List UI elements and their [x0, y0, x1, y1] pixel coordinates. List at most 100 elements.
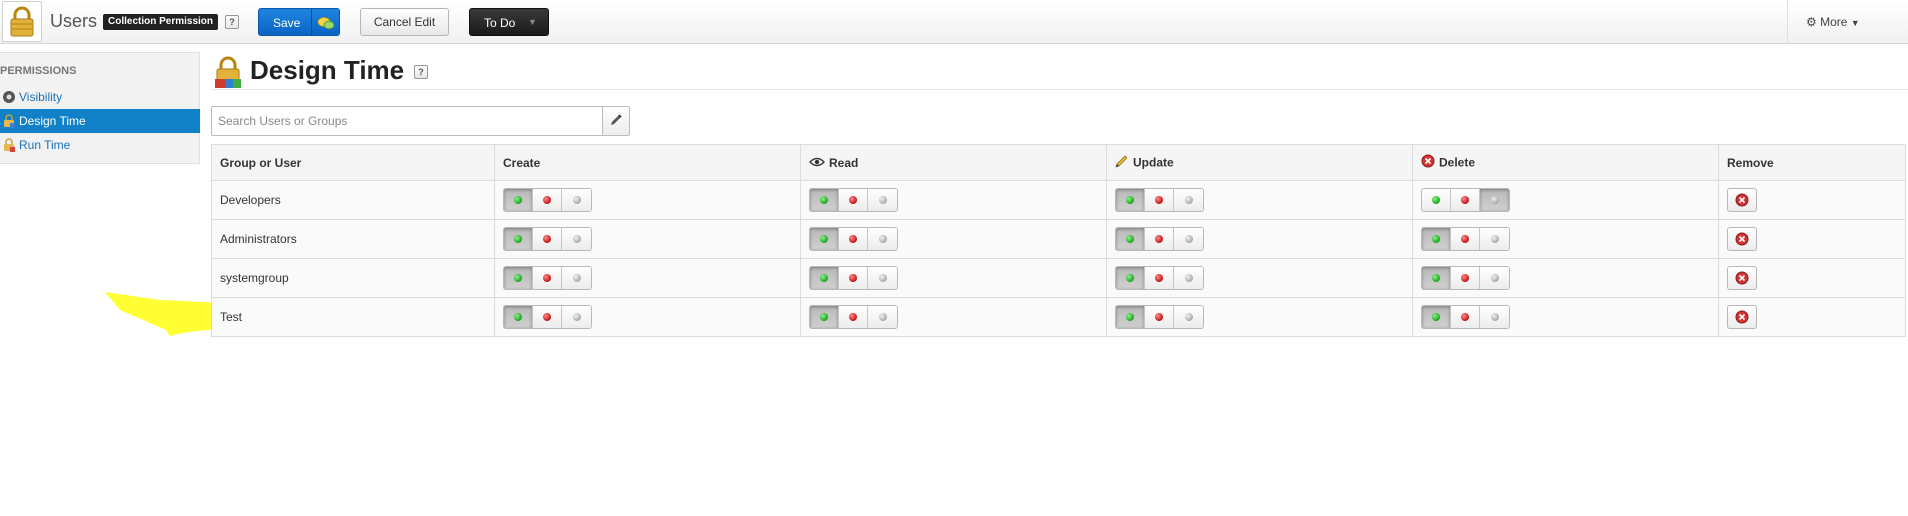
- delete-red-option-button[interactable]: [1451, 189, 1480, 211]
- create-green-option-button[interactable]: [504, 189, 533, 211]
- read-permission-cell: [800, 258, 1107, 298]
- read-grey-option-button[interactable]: [868, 267, 897, 289]
- delete-red-option-button[interactable]: [1451, 267, 1480, 289]
- create-grey-option-button[interactable]: [562, 306, 591, 328]
- delete-green-option-button[interactable]: [1422, 228, 1451, 250]
- comment-icon[interactable]: [317, 15, 335, 34]
- update-permission-cell: [1106, 219, 1413, 259]
- remove-cell: [1718, 297, 1906, 337]
- remove-row-button[interactable]: [1727, 305, 1757, 329]
- remove-row-button[interactable]: [1727, 188, 1757, 212]
- sidebar-item-visibility[interactable]: Visibility: [0, 85, 200, 109]
- read-permission-cell: [800, 297, 1107, 337]
- sidebar-item-label: Run Time: [19, 138, 71, 152]
- create-grey-option-button[interactable]: [562, 189, 591, 211]
- red-dot-icon: [543, 313, 551, 321]
- green-dot-icon: [514, 235, 522, 243]
- update-red-option-button[interactable]: [1145, 306, 1174, 328]
- sidebar-item-label: Design Time: [19, 114, 86, 128]
- update-red-option-button[interactable]: [1145, 267, 1174, 289]
- delete-green-option-button[interactable]: [1422, 267, 1451, 289]
- remove-row-button[interactable]: [1727, 227, 1757, 251]
- more-menu-button[interactable]: ⚙ More ▼: [1806, 15, 1860, 29]
- delete-green-option-button[interactable]: [1422, 189, 1451, 211]
- read-grey-option-button[interactable]: [868, 228, 897, 250]
- remove-cell: [1718, 219, 1906, 259]
- grey-dot-icon: [572, 274, 581, 282]
- update-red-option-button[interactable]: [1145, 228, 1174, 250]
- create-red-option-button[interactable]: [533, 228, 562, 250]
- green-dot-icon: [1126, 313, 1134, 321]
- green-dot-icon: [1432, 196, 1440, 204]
- delete-grey-option-button[interactable]: [1480, 267, 1509, 289]
- remove-cell: [1718, 180, 1906, 220]
- red-dot-icon: [1461, 196, 1469, 204]
- delete-grey-option-button[interactable]: [1480, 228, 1509, 250]
- column-header-update: Update: [1106, 144, 1413, 181]
- update-green-option-button[interactable]: [1116, 267, 1145, 289]
- create-grey-option-button[interactable]: [562, 267, 591, 289]
- create-green-option-button[interactable]: [504, 267, 533, 289]
- create-green-option-button[interactable]: [504, 306, 533, 328]
- update-green-option-button[interactable]: [1116, 189, 1145, 211]
- sidebar-item-run-time[interactable]: Run Time: [0, 133, 200, 157]
- red-dot-icon: [1461, 235, 1469, 243]
- grey-dot-icon: [1490, 235, 1499, 243]
- group-or-user-name: Administrators: [220, 232, 297, 246]
- read-green-option-button[interactable]: [810, 189, 839, 211]
- help-icon[interactable]: ?: [225, 15, 239, 29]
- top-toolbar: Users Collection Permission ? Save Cance…: [0, 0, 1908, 44]
- delete-grey-option-button[interactable]: [1480, 306, 1509, 328]
- read-red-option-button[interactable]: [839, 267, 868, 289]
- save-button-divider: [311, 9, 312, 35]
- read-green-option-button[interactable]: [810, 306, 839, 328]
- delete-grey-option-button[interactable]: [1480, 189, 1509, 211]
- create-grey-option-button[interactable]: [562, 228, 591, 250]
- read-red-option-button[interactable]: [839, 228, 868, 250]
- update-grey-option-button[interactable]: [1174, 228, 1203, 250]
- delete-permission-cell: [1412, 219, 1719, 259]
- read-green-option-button[interactable]: [810, 267, 839, 289]
- red-dot-icon: [1155, 235, 1163, 243]
- cancel-edit-button[interactable]: Cancel Edit: [360, 8, 449, 36]
- grey-dot-icon: [1184, 274, 1193, 282]
- delete-red-option-button[interactable]: [1451, 306, 1480, 328]
- todo-button[interactable]: To Do ▼: [469, 8, 549, 36]
- create-red-option-button[interactable]: [533, 267, 562, 289]
- read-green-option-button[interactable]: [810, 228, 839, 250]
- red-dot-icon: [1155, 313, 1163, 321]
- read-grey-option-button[interactable]: [868, 306, 897, 328]
- lock-icon: [2, 114, 16, 131]
- app-lock-icon[interactable]: [2, 1, 42, 42]
- create-green-option-button[interactable]: [504, 228, 533, 250]
- read-red-option-button[interactable]: [839, 189, 868, 211]
- group-or-user-cell: Test: [211, 297, 495, 337]
- create-red-option-button[interactable]: [533, 189, 562, 211]
- update-grey-option-button[interactable]: [1174, 267, 1203, 289]
- app-title: Users: [50, 11, 98, 31]
- update-green-option-button[interactable]: [1116, 228, 1145, 250]
- update-green-option-button[interactable]: [1116, 306, 1145, 328]
- grey-dot-icon: [1184, 235, 1193, 243]
- read-grey-option-button[interactable]: [868, 189, 897, 211]
- delete-red-option-button[interactable]: [1451, 228, 1480, 250]
- group-or-user-name: Test: [220, 310, 243, 324]
- red-dot-icon: [849, 313, 857, 321]
- create-red-option-button[interactable]: [533, 306, 562, 328]
- collection-permission-badge: Collection Permission: [103, 14, 219, 30]
- update-grey-option-button[interactable]: [1174, 189, 1203, 211]
- search-input[interactable]: [211, 106, 603, 136]
- sidebar-item-design-time[interactable]: Design Time: [0, 109, 200, 133]
- delete-green-option-button[interactable]: [1422, 306, 1451, 328]
- chevron-down-icon: ▼: [528, 17, 537, 27]
- search-pick-button[interactable]: [602, 106, 630, 136]
- update-red-option-button[interactable]: [1145, 189, 1174, 211]
- grey-dot-icon: [572, 235, 581, 243]
- update-grey-option-button[interactable]: [1174, 306, 1203, 328]
- save-button[interactable]: Save: [258, 8, 340, 36]
- design-time-lock-icon: [213, 55, 243, 92]
- update-permission-toggle: [1115, 305, 1204, 329]
- remove-row-button[interactable]: [1727, 266, 1757, 290]
- read-red-option-button[interactable]: [839, 306, 868, 328]
- help-icon[interactable]: ?: [414, 65, 428, 79]
